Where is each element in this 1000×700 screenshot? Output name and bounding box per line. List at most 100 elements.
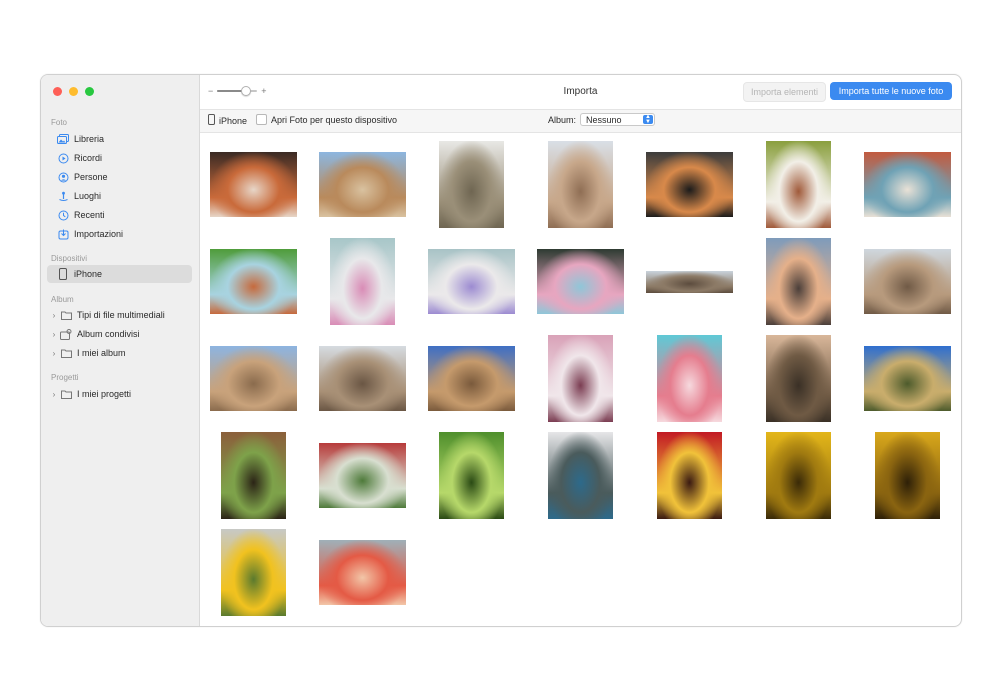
photo-image	[319, 443, 406, 508]
photo-image	[548, 432, 613, 519]
sidebar-item-label: Tipi di file multimediali	[77, 310, 165, 320]
minimize-button[interactable]	[69, 87, 78, 96]
photo-thumbnail[interactable]	[532, 427, 629, 524]
sidebar-item-persone[interactable]: Persone	[47, 168, 192, 186]
photo-image	[439, 141, 504, 228]
photo-image	[657, 432, 722, 519]
photo-thumbnail[interactable]	[423, 233, 520, 330]
iphone-icon	[57, 268, 69, 280]
photo-thumbnail[interactable]	[205, 136, 302, 233]
photo-thumbnail[interactable]	[314, 136, 411, 233]
sidebar-item-libreria[interactable]: Libreria	[47, 130, 192, 148]
sidebar-item-tipi-di-file[interactable]: › Tipi di file multimediali	[47, 306, 192, 324]
shared-album-icon	[60, 328, 72, 340]
sidebar-item-iphone[interactable]: iPhone	[47, 265, 192, 283]
device-indicator: iPhone	[208, 114, 247, 127]
photo-image	[766, 335, 831, 422]
photo-thumbnail[interactable]	[859, 233, 956, 330]
sidebar-item-label: iPhone	[74, 269, 103, 279]
folder-icon	[60, 388, 72, 400]
sidebar-item-ricordi[interactable]: Ricordi	[47, 149, 192, 167]
photo-thumbnail[interactable]	[532, 330, 629, 427]
photo-thumbnail[interactable]	[205, 524, 302, 621]
photo-thumbnail[interactable]	[859, 330, 956, 427]
photo-thumbnail[interactable]	[641, 136, 738, 233]
import-options-bar: iPhone Apri Foto per questo dispositivo …	[200, 109, 961, 133]
sidebar-item-i-miei-progetti[interactable]: › I miei progetti	[47, 385, 192, 403]
sidebar-item-label: Importazioni	[74, 229, 124, 239]
sidebar-section-progetti: Progetti	[51, 373, 79, 382]
photo-thumbnail[interactable]	[423, 427, 520, 524]
sidebar-item-album-condivisi[interactable]: › Album condivisi	[47, 325, 192, 343]
photo-thumbnail[interactable]	[859, 136, 956, 233]
sidebar-item-label: Ricordi	[74, 153, 103, 163]
photo-thumbnail[interactable]	[641, 427, 738, 524]
photo-image	[210, 346, 297, 411]
sidebar-item-label: I miei album	[77, 348, 126, 358]
photo-grid	[200, 132, 961, 626]
photo-image	[428, 346, 515, 411]
photo-thumbnail[interactable]	[750, 427, 847, 524]
photo-thumbnail[interactable]	[859, 427, 956, 524]
photo-image	[319, 540, 406, 605]
photo-thumbnail[interactable]	[314, 524, 411, 621]
photo-image	[864, 249, 951, 314]
chevron-right-icon[interactable]: ›	[50, 390, 58, 399]
photo-thumbnail[interactable]	[532, 233, 629, 330]
chevron-updown-icon: ▲ ▼	[643, 114, 654, 125]
photo-thumbnail[interactable]	[205, 330, 302, 427]
photo-thumbnail[interactable]	[641, 233, 738, 330]
chevron-right-icon[interactable]: ›	[50, 330, 58, 339]
photo-thumbnail[interactable]	[532, 136, 629, 233]
import-selected-button[interactable]: Importa elementi	[743, 82, 826, 102]
album-select[interactable]: Nessuno ▲ ▼	[580, 113, 656, 126]
photo-image	[864, 346, 951, 411]
sidebar-item-importazioni[interactable]: Importazioni	[47, 225, 192, 243]
photo-image	[548, 141, 613, 228]
chevron-right-icon[interactable]: ›	[50, 349, 58, 358]
chevron-right-icon[interactable]: ›	[50, 311, 58, 320]
photo-image	[864, 152, 951, 217]
open-photos-label: Apri Foto per questo dispositivo	[271, 114, 398, 125]
window-controls	[53, 87, 94, 96]
iphone-icon	[208, 114, 215, 127]
photo-library-icon	[57, 133, 69, 145]
import-all-button[interactable]: Importa tutte le nuove foto	[830, 82, 952, 100]
photo-thumbnail[interactable]	[314, 233, 411, 330]
photo-thumbnail[interactable]	[750, 136, 847, 233]
photo-thumbnail[interactable]	[750, 330, 847, 427]
sidebar-item-label: Persone	[74, 172, 108, 182]
photo-thumbnail[interactable]	[314, 330, 411, 427]
photo-image	[537, 249, 624, 314]
photo-image	[657, 335, 722, 422]
photo-image	[319, 152, 406, 217]
photo-thumbnail[interactable]	[641, 330, 738, 427]
photo-image	[330, 238, 395, 325]
sidebar-section-foto: Foto	[51, 118, 68, 127]
open-photos-checkbox[interactable]	[256, 114, 267, 125]
photo-image	[221, 432, 286, 519]
toolbar: − + Importa Importa elementi Importa tut…	[200, 75, 961, 109]
photo-thumbnail[interactable]	[205, 427, 302, 524]
photo-image	[875, 432, 940, 519]
photo-image	[210, 152, 297, 217]
photo-thumbnail[interactable]	[750, 233, 847, 330]
photo-thumbnail[interactable]	[314, 427, 411, 524]
photo-thumbnail[interactable]	[423, 330, 520, 427]
album-label: Album:	[548, 114, 577, 125]
sidebar-item-recenti[interactable]: Recenti	[47, 206, 192, 224]
photo-image	[210, 249, 297, 314]
photo-image	[428, 249, 515, 314]
album-picker: Album: Nessuno ▲ ▼	[548, 113, 656, 126]
photo-thumbnail[interactable]	[205, 233, 302, 330]
sidebar-section-dispositivi: Dispositivi	[51, 254, 88, 263]
zoom-button[interactable]	[85, 87, 94, 96]
close-button[interactable]	[53, 87, 62, 96]
photo-thumbnail[interactable]	[423, 136, 520, 233]
sidebar-item-luoghi[interactable]: Luoghi	[47, 187, 192, 205]
photo-image	[766, 141, 831, 228]
sidebar-item-i-miei-album[interactable]: › I miei album	[47, 344, 192, 362]
folder-icon	[60, 309, 72, 321]
open-photos-option[interactable]: Apri Foto per questo dispositivo	[256, 114, 397, 125]
main-content: − + Importa Importa elementi Importa tut…	[200, 75, 961, 626]
